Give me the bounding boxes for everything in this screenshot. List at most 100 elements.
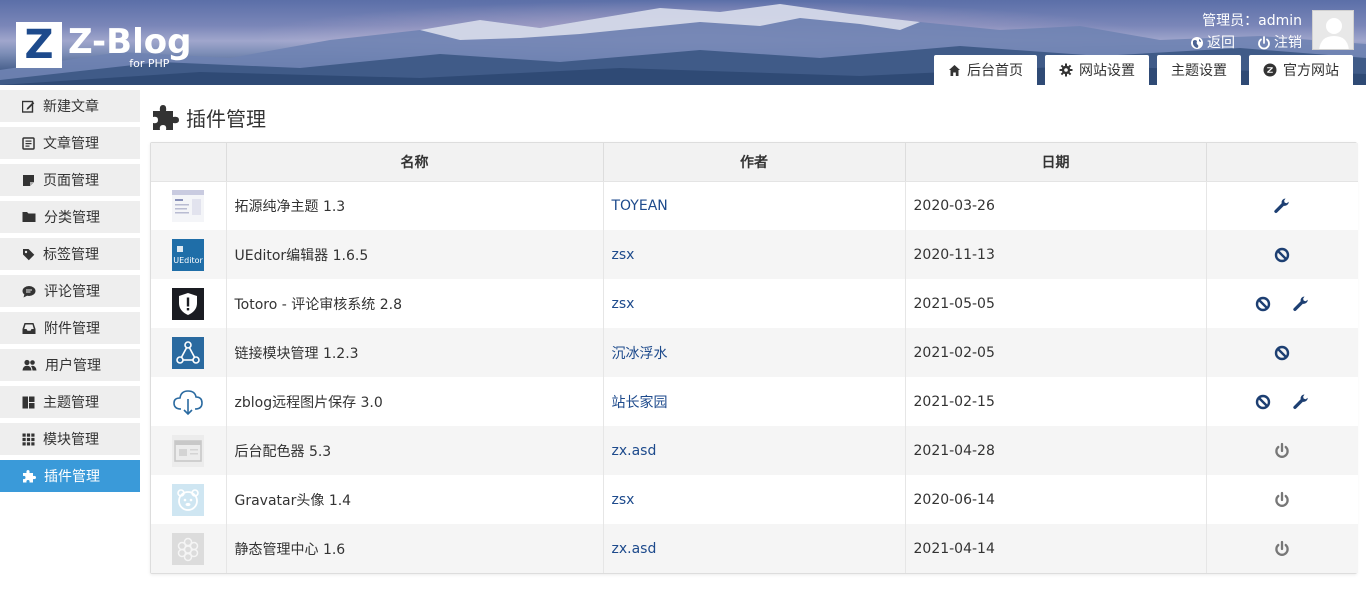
users-icon bbox=[22, 359, 37, 371]
logo-subtext: for PHP bbox=[129, 57, 170, 70]
tab-theme-settings[interactable]: 主题设置 bbox=[1157, 55, 1241, 85]
plugin-disable-button[interactable] bbox=[1254, 295, 1272, 313]
sidebar-item-users[interactable]: 用户管理 bbox=[0, 349, 140, 381]
logo-mark: Z bbox=[16, 22, 62, 68]
column-header-author: 作者 bbox=[603, 143, 906, 182]
plugin-settings-button[interactable] bbox=[1273, 197, 1291, 215]
author-link[interactable]: TOYEAN bbox=[612, 198, 668, 214]
plugin-disable-button[interactable] bbox=[1273, 344, 1291, 362]
zblog-icon bbox=[1263, 63, 1277, 77]
back-link[interactable]: 返回 bbox=[1190, 33, 1235, 53]
puzzle-icon bbox=[153, 105, 179, 130]
ban-icon bbox=[1255, 296, 1271, 311]
sidebar-item-comments[interactable]: 评论管理 bbox=[0, 275, 140, 307]
plugin-settings-button[interactable] bbox=[1292, 393, 1310, 411]
plugin-date: 2021-02-05 bbox=[905, 328, 1207, 377]
author-link[interactable]: zsx bbox=[612, 296, 635, 312]
admin-label: 管理员：admin bbox=[1202, 13, 1302, 29]
gear-icon bbox=[1059, 63, 1073, 77]
article-icon bbox=[22, 136, 35, 150]
power-icon bbox=[1275, 442, 1289, 458]
ban-icon bbox=[1255, 394, 1271, 409]
header-banner: Z Z-Blog for PHP 管理员：admin 返回 注销 后台首页 网站… bbox=[0, 0, 1366, 85]
sidebar-item-pages[interactable]: 页面管理 bbox=[0, 164, 140, 196]
sidebar-item-attachments[interactable]: 附件管理 bbox=[0, 312, 140, 344]
plugin-name: 后台配色器 5.3 bbox=[226, 426, 604, 475]
table-row: Gravatar头像 1.4 zsx 2020-06-14 bbox=[151, 475, 1358, 524]
logout-link[interactable]: 注销 bbox=[1257, 33, 1302, 53]
author-link[interactable]: zx.asd bbox=[612, 443, 657, 459]
plugin-name: 拓源纯净主题 1.3 bbox=[226, 181, 604, 230]
power-icon bbox=[1258, 36, 1270, 50]
user-area: 管理员：admin 返回 注销 bbox=[1190, 10, 1354, 53]
main-content: 插件管理 名称 作者 日期 拓源纯净主题 1.3 TOYEAN 2020-03-… bbox=[150, 100, 1358, 574]
plugin-icon-cloud-download bbox=[172, 386, 204, 418]
plugin-enable-button[interactable] bbox=[1273, 491, 1291, 509]
table-row: UEditor UEditor编辑器 1.6.5 zsx 2020-11-13 bbox=[151, 230, 1358, 279]
power-icon bbox=[1275, 491, 1289, 507]
page-icon bbox=[23, 174, 34, 186]
author-link[interactable]: zsx bbox=[612, 247, 635, 263]
logo-text: Z-Blog bbox=[68, 22, 192, 62]
plugin-icon-theme bbox=[172, 189, 205, 222]
inbox-icon bbox=[22, 322, 36, 334]
plugin-date: 2020-06-14 bbox=[905, 475, 1207, 524]
sidebar-item-plugins[interactable]: 插件管理 bbox=[0, 460, 140, 492]
author-link[interactable]: 沉冰浮水 bbox=[612, 346, 668, 362]
default-avatar-icon bbox=[1319, 18, 1349, 49]
svg-text:UEditor: UEditor bbox=[173, 256, 203, 265]
plugin-date: 2020-11-13 bbox=[905, 230, 1207, 279]
grid-icon bbox=[22, 433, 35, 445]
home-icon bbox=[949, 64, 960, 76]
avatar[interactable] bbox=[1312, 10, 1354, 50]
plugin-name: 链接模块管理 1.2.3 bbox=[226, 328, 604, 377]
plugin-name: Gravatar头像 1.4 bbox=[226, 475, 604, 524]
tab-official-site[interactable]: 官方网站 bbox=[1249, 55, 1353, 85]
table-row: 链接模块管理 1.2.3 沉冰浮水 2021-02-05 bbox=[151, 328, 1358, 377]
plugin-settings-button[interactable] bbox=[1292, 295, 1310, 313]
page-title: 插件管理 bbox=[150, 100, 1357, 134]
wrench-icon bbox=[1293, 394, 1309, 409]
plugin-disable-button[interactable] bbox=[1254, 393, 1272, 411]
sidebar-item-themes[interactable]: 主题管理 bbox=[0, 386, 140, 418]
plugin-name: UEditor编辑器 1.6.5 bbox=[226, 230, 604, 279]
sidebar-item-tags[interactable]: 标签管理 bbox=[0, 238, 140, 270]
logout-label: 注销 bbox=[1274, 35, 1302, 51]
sidebar-item-categories[interactable]: 分类管理 bbox=[0, 201, 140, 233]
tab-site-settings[interactable]: 网站设置 bbox=[1045, 55, 1149, 85]
plugin-disable-button[interactable] bbox=[1273, 246, 1291, 264]
sidebar-item-articles[interactable]: 文章管理 bbox=[0, 127, 140, 159]
plugin-date: 2021-05-05 bbox=[905, 279, 1207, 328]
back-label: 返回 bbox=[1207, 35, 1235, 51]
globe-icon bbox=[1191, 37, 1203, 49]
plugin-icon-ueditor: UEditor bbox=[172, 238, 205, 271]
plugin-name: Totoro - 评论审核系统 2.8 bbox=[226, 279, 604, 328]
plugin-date: 2021-04-14 bbox=[905, 524, 1207, 573]
plugin-icon-link-module bbox=[172, 336, 205, 369]
author-link[interactable]: zx.asd bbox=[612, 541, 657, 557]
power-icon bbox=[1275, 540, 1289, 556]
table-row: 静态管理中心 1.6 zx.asd 2021-04-14 bbox=[151, 524, 1358, 573]
column-header-name: 名称 bbox=[226, 143, 604, 182]
top-nav-tabs: 后台首页 网站设置 主题设置 官方网站 bbox=[934, 55, 1353, 85]
plugin-date: 2020-03-26 bbox=[905, 181, 1207, 230]
column-header-icon bbox=[151, 143, 227, 182]
comment-icon bbox=[22, 285, 36, 297]
sidebar: 新建文章 文章管理 页面管理 分类管理 标签管理 评论管理 附件管理 用户管理 … bbox=[0, 90, 140, 497]
tag-icon bbox=[23, 248, 35, 260]
sidebar-item-modules[interactable]: 模块管理 bbox=[0, 423, 140, 455]
plugin-date: 2021-02-15 bbox=[905, 377, 1207, 426]
plugin-enable-button[interactable] bbox=[1273, 540, 1291, 558]
author-link[interactable]: 站长家园 bbox=[612, 395, 668, 411]
puzzle-icon bbox=[23, 470, 36, 483]
plugin-icon-static-manager bbox=[172, 532, 205, 565]
zblog-logo[interactable]: Z Z-Blog for PHP bbox=[16, 22, 192, 70]
author-link[interactable]: zsx bbox=[612, 492, 635, 508]
plugin-enable-button[interactable] bbox=[1273, 442, 1291, 460]
plugin-name: zblog远程图片保存 3.0 bbox=[226, 377, 604, 426]
plugin-icon-gravatar bbox=[172, 483, 205, 516]
sidebar-item-new-article[interactable]: 新建文章 bbox=[0, 90, 140, 122]
tab-dashboard[interactable]: 后台首页 bbox=[934, 55, 1037, 85]
layout-icon bbox=[22, 396, 35, 408]
wrench-icon bbox=[1293, 296, 1309, 311]
